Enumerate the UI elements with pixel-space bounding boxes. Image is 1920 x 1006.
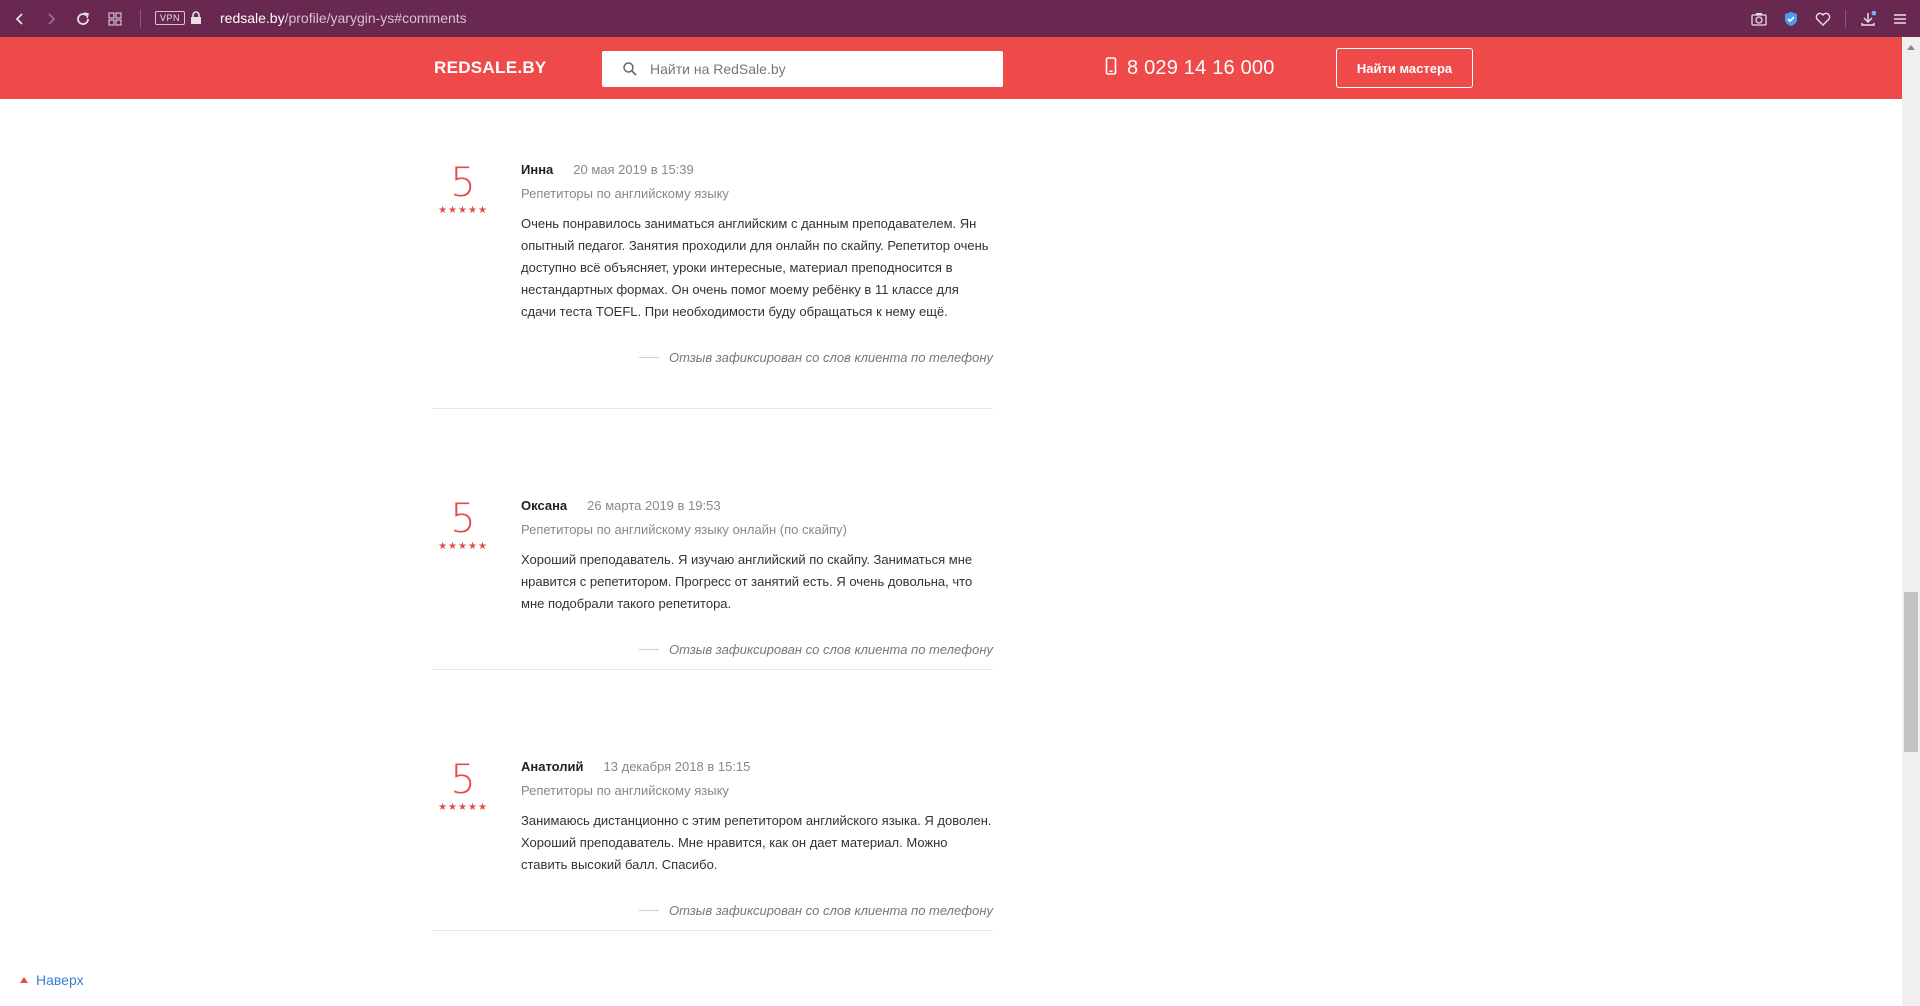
review-category: Репетиторы по английскому языку онлайн (… — [521, 522, 847, 537]
scroll-up-icon[interactable] — [1907, 45, 1915, 50]
review-source-note: Отзыв зафиксирован со слов клиента по те… — [521, 350, 993, 365]
review-date: 13 декабря 2018 в 15:15 — [603, 759, 751, 774]
tabs-grid-icon[interactable] — [100, 0, 130, 37]
review-item: 5 ★★★★★ Инна 20 мая 2019 в 15:39 Репетит… — [433, 99, 993, 409]
search-icon — [622, 61, 638, 77]
search-input[interactable] — [650, 51, 990, 87]
find-master-button[interactable]: Найти мастера — [1336, 48, 1473, 88]
browser-toolbar: VPN redsale.by/profile/yarygin-ys#commen… — [0, 0, 1920, 37]
site-logo[interactable]: REDSALE.BY — [434, 37, 547, 99]
phone-contact[interactable]: 8 029 14 16 000 — [1105, 37, 1275, 99]
note-text: Отзыв зафиксирован со слов клиента по те… — [668, 642, 993, 657]
review-text: Занимаюсь дистанционно с этим репетиторо… — [521, 813, 992, 872]
phone-number: 8 029 14 16 000 — [1127, 56, 1275, 79]
phone-icon — [1105, 56, 1117, 80]
review-body: Оксана 26 марта 2019 в 19:53 Репетиторы … — [521, 497, 993, 657]
back-to-top-label: Наверх — [36, 972, 84, 988]
shield-icon[interactable] — [1781, 9, 1801, 29]
score-number: 5 — [450, 160, 476, 206]
scrollbar-thumb[interactable] — [1904, 592, 1918, 752]
address-bar[interactable]: redsale.by/profile/yarygin-ys#comments — [220, 0, 467, 37]
note-text: Отзыв зафиксирован со слов клиента по те… — [668, 350, 993, 365]
review-item: 5 ★★★★★ Оксана 26 марта 2019 в 19:53 Реп… — [433, 409, 993, 670]
search-box[interactable] — [602, 51, 1003, 87]
camera-icon[interactable] — [1749, 9, 1769, 29]
site-header: REDSALE.BY 8 029 14 16 000 Найти мастера — [0, 37, 1902, 99]
reviewer-name: Оксана — [521, 498, 568, 513]
reviewer-name: Анатолий — [521, 759, 584, 774]
rating-stars: ★★★★★ — [438, 541, 488, 552]
url-path: /profile/yarygin-ys#comments — [284, 10, 467, 26]
score-number: 5 — [450, 757, 476, 803]
reviewer-name: Инна — [521, 162, 554, 177]
review-source-note: Отзыв зафиксирован со слов клиента по те… — [521, 903, 993, 918]
score-number: 5 — [450, 496, 476, 542]
forward-icon[interactable] — [36, 0, 66, 37]
back-to-top-link[interactable]: Наверх — [20, 972, 84, 988]
review-body: Анатолий 13 декабря 2018 в 15:15 Репетит… — [521, 758, 993, 918]
vpn-badge[interactable]: VPN — [155, 11, 186, 25]
review-score: 5 ★★★★★ — [433, 161, 493, 216]
browser-actions — [1749, 0, 1910, 37]
page-scrollbar[interactable] — [1902, 37, 1920, 1006]
toolbar-divider — [140, 10, 141, 28]
review-text: Очень понравилось заниматься английским … — [521, 216, 989, 319]
review-body: Инна 20 мая 2019 в 15:39 Репетиторы по а… — [521, 161, 993, 365]
menu-icon[interactable] — [1890, 9, 1910, 29]
back-icon[interactable] — [5, 0, 35, 37]
note-text: Отзыв зафиксирован со слов клиента по те… — [668, 903, 993, 918]
rating-stars: ★★★★★ — [438, 802, 488, 813]
review-date: 26 марта 2019 в 19:53 — [587, 498, 721, 513]
toolbar-divider — [1845, 9, 1846, 28]
url-host: redsale.by — [220, 10, 285, 26]
reload-icon[interactable] — [68, 0, 98, 37]
reviews-list: 5 ★★★★★ Инна 20 мая 2019 в 15:39 Репетит… — [433, 99, 993, 931]
heart-icon[interactable] — [1813, 9, 1833, 29]
download-icon[interactable] — [1858, 9, 1878, 29]
review-category: Репетиторы по английскому языку — [521, 186, 729, 201]
note-dash — [638, 649, 659, 650]
review-category: Репетиторы по английскому языку — [521, 783, 729, 798]
review-item: 5 ★★★★★ Анатолий 13 декабря 2018 в 15:15… — [433, 670, 993, 931]
lock-icon[interactable] — [190, 11, 202, 25]
review-source-note: Отзыв зафиксирован со слов клиента по те… — [521, 642, 993, 657]
rating-stars: ★★★★★ — [438, 205, 488, 216]
review-score: 5 ★★★★★ — [433, 497, 493, 552]
review-score: 5 ★★★★★ — [433, 758, 493, 813]
review-date: 20 мая 2019 в 15:39 — [573, 162, 694, 177]
note-dash — [638, 357, 659, 358]
review-text: Хороший преподаватель. Я изучаю английск… — [521, 552, 973, 611]
arrow-up-icon — [20, 977, 28, 983]
note-dash — [638, 910, 659, 911]
